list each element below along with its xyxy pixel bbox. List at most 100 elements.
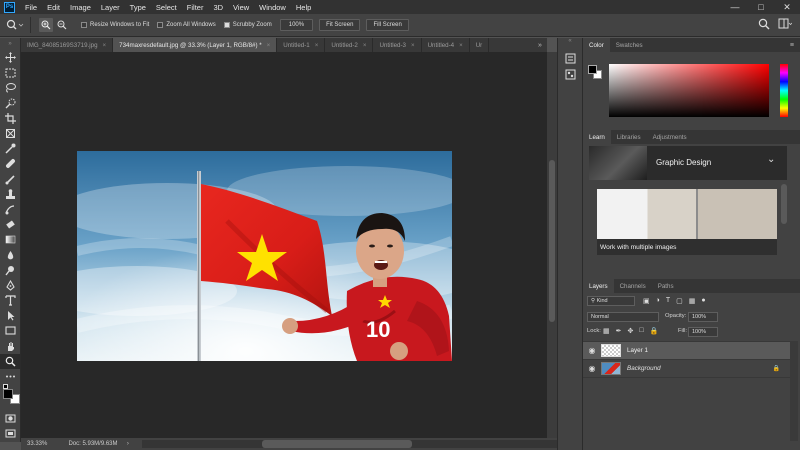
screen-mode-icon[interactable] — [0, 426, 21, 441]
fill-field[interactable]: 100% — [688, 327, 718, 337]
layer-name[interactable]: Background — [627, 365, 661, 372]
menu-3d[interactable]: 3D — [208, 3, 228, 12]
menu-window[interactable]: Window — [254, 3, 291, 12]
zoom-percent-field[interactable]: 100% — [279, 19, 314, 31]
hue-slider[interactable] — [780, 64, 788, 117]
blend-mode-select[interactable]: Normal — [587, 312, 659, 322]
hand-tool-icon[interactable] — [0, 339, 21, 354]
adjustment-filter-icon[interactable]: ◑ — [656, 297, 660, 305]
panel-menu-icon[interactable]: ≡ — [790, 42, 794, 49]
expand-panels-icon[interactable]: « — [558, 38, 582, 50]
lock-transparency-icon[interactable]: ▦ — [603, 327, 610, 335]
menu-edit[interactable]: Edit — [42, 3, 65, 12]
tab-adjustments[interactable]: Adjustments — [647, 130, 693, 144]
resize-windows-checkbox[interactable]: Resize Windows to Fit — [81, 22, 149, 28]
maximize-icon[interactable]: □ — [748, 0, 774, 14]
tab-untitled-2[interactable]: Untitled-2 × — [325, 38, 374, 52]
close-tab-icon[interactable]: × — [459, 42, 463, 49]
rectangle-tool-icon[interactable] — [0, 323, 21, 338]
visibility-eye-icon[interactable]: ◉ — [583, 364, 601, 373]
color-fg-swatch[interactable] — [588, 65, 597, 74]
close-tab-icon[interactable]: × — [267, 42, 271, 49]
close-tab-icon[interactable]: × — [363, 42, 367, 49]
pixel-filter-icon[interactable]: ▣ — [643, 297, 650, 305]
quick-selection-tool-icon[interactable] — [0, 96, 21, 111]
opacity-field[interactable]: 100% — [688, 312, 718, 322]
blur-tool-icon[interactable] — [0, 247, 21, 262]
tab-color[interactable]: Color — [583, 38, 610, 52]
layer-row-layer-1[interactable]: ◉ Layer 1 — [583, 342, 790, 360]
fit-screen-button[interactable]: Fit Screen — [319, 19, 361, 31]
quick-mask-icon[interactable] — [0, 411, 21, 426]
eraser-tool-icon[interactable] — [0, 217, 21, 232]
zoom-tool-preset-icon[interactable] — [0, 14, 30, 36]
horizontal-scrollbar[interactable] — [142, 440, 557, 448]
tab-libraries[interactable]: Libraries — [611, 130, 647, 144]
close-icon[interactable]: ✕ — [774, 0, 800, 14]
shape-filter-icon[interactable]: ▢ — [676, 297, 683, 305]
move-tool-icon[interactable] — [0, 50, 21, 65]
document-canvas[interactable]: 10 — [77, 151, 452, 361]
history-brush-tool-icon[interactable] — [0, 202, 21, 217]
minimize-icon[interactable]: — — [722, 0, 748, 14]
tutorial-card[interactable]: Work with multiple images — [597, 189, 777, 255]
close-tab-icon[interactable]: × — [103, 42, 107, 49]
type-tool-icon[interactable] — [0, 293, 21, 308]
graphic-design-section[interactable]: Graphic Design ⌄ — [589, 146, 787, 180]
tab-layers[interactable]: Layers — [583, 279, 614, 293]
filter-toggle-icon[interactable]: ● — [701, 297, 705, 305]
tab-swatches[interactable]: Swatches — [610, 38, 649, 52]
tab-untitled-1[interactable]: Untitled-1 × — [277, 38, 326, 52]
history-panel-icon[interactable] — [558, 50, 582, 66]
tab-learn[interactable]: Learn — [583, 130, 611, 144]
menu-view[interactable]: View — [228, 3, 254, 12]
lasso-tool-icon[interactable] — [0, 80, 21, 95]
layers-scrollbar[interactable] — [790, 341, 798, 441]
search-icon[interactable] — [758, 18, 770, 32]
fill-screen-button[interactable]: Fill Screen — [366, 19, 409, 31]
collapse-toolbar-icon[interactable]: » — [0, 38, 20, 50]
learn-scrollbar[interactable] — [781, 184, 787, 224]
menu-select[interactable]: Select — [151, 3, 182, 12]
color-swatches[interactable] — [0, 384, 20, 411]
lock-artboard-icon[interactable]: □ — [639, 327, 643, 335]
zoom-tool-icon[interactable] — [0, 353, 21, 369]
visibility-eye-icon[interactable]: ◉ — [583, 346, 601, 355]
marquee-tool-icon[interactable] — [0, 65, 21, 80]
chevron-down-icon[interactable]: ⌄ — [767, 154, 775, 165]
menu-help[interactable]: Help — [291, 3, 316, 12]
tabs-overflow-icon[interactable]: » — [533, 38, 547, 52]
workspace-icon[interactable] — [778, 18, 793, 32]
tab-untitled-4[interactable]: Untitled-4 × — [422, 38, 470, 52]
layer-row-background[interactable]: ◉ Background 🔒 — [583, 360, 790, 378]
foreground-color-swatch[interactable] — [3, 389, 13, 400]
lock-all-icon[interactable]: 🔒 — [650, 327, 659, 335]
zoom-all-windows-checkbox[interactable]: Zoom All Windows — [157, 22, 216, 28]
color-field[interactable] — [609, 64, 769, 117]
menu-type[interactable]: Type — [125, 3, 151, 12]
tab-doc-1[interactable]: IMG_84085169S3719.jpg × — [21, 38, 114, 52]
zoom-in-icon[interactable] — [39, 18, 53, 32]
clone-stamp-tool-icon[interactable] — [0, 187, 21, 202]
zoom-out-icon[interactable] — [55, 18, 69, 32]
zoom-level[interactable]: 33.33% — [27, 441, 68, 447]
horizontal-scroll-thumb[interactable] — [262, 440, 413, 448]
brush-tool-icon[interactable] — [0, 172, 21, 187]
menu-file[interactable]: File — [20, 3, 42, 12]
lock-pixels-icon[interactable]: ✒ — [616, 327, 622, 335]
menu-image[interactable]: Image — [65, 3, 96, 12]
eyedropper-tool-icon[interactable] — [0, 141, 21, 156]
close-tab-icon[interactable]: × — [411, 42, 415, 49]
path-selection-tool-icon[interactable] — [0, 308, 21, 323]
tab-doc-2[interactable]: 734maxresdefault.jpg @ 33.3% (Layer 1, R… — [113, 38, 278, 52]
lock-position-icon[interactable]: ✥ — [628, 327, 634, 335]
dodge-tool-icon[interactable] — [0, 263, 21, 278]
properties-panel-icon[interactable] — [558, 66, 582, 82]
crop-tool-icon[interactable] — [0, 111, 21, 126]
healing-brush-tool-icon[interactable] — [0, 156, 21, 171]
filter-kind-select[interactable]: ⚲ Kind — [587, 296, 635, 306]
tab-paths[interactable]: Paths — [652, 279, 680, 293]
menu-layer[interactable]: Layer — [96, 3, 125, 12]
smart-object-filter-icon[interactable]: ▦ — [689, 297, 696, 305]
edit-toolbar-icon[interactable] — [0, 369, 21, 384]
